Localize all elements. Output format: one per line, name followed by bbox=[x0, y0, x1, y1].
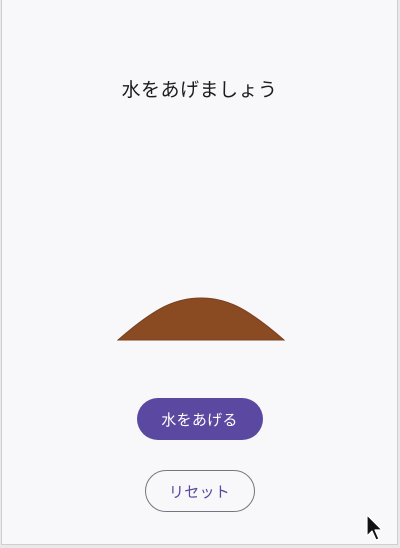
page-title: 水をあげましょう bbox=[121, 79, 278, 101]
soil-mound bbox=[117, 297, 285, 341]
reset-button[interactable]: リセット bbox=[144, 470, 255, 512]
soil-mound-shape bbox=[117, 297, 285, 341]
water-button[interactable]: 水をあげる bbox=[136, 398, 263, 440]
app-screen: 水をあげましょう 水をあげる リセット bbox=[1, 0, 398, 545]
mouse-pointer-icon bbox=[366, 514, 383, 541]
